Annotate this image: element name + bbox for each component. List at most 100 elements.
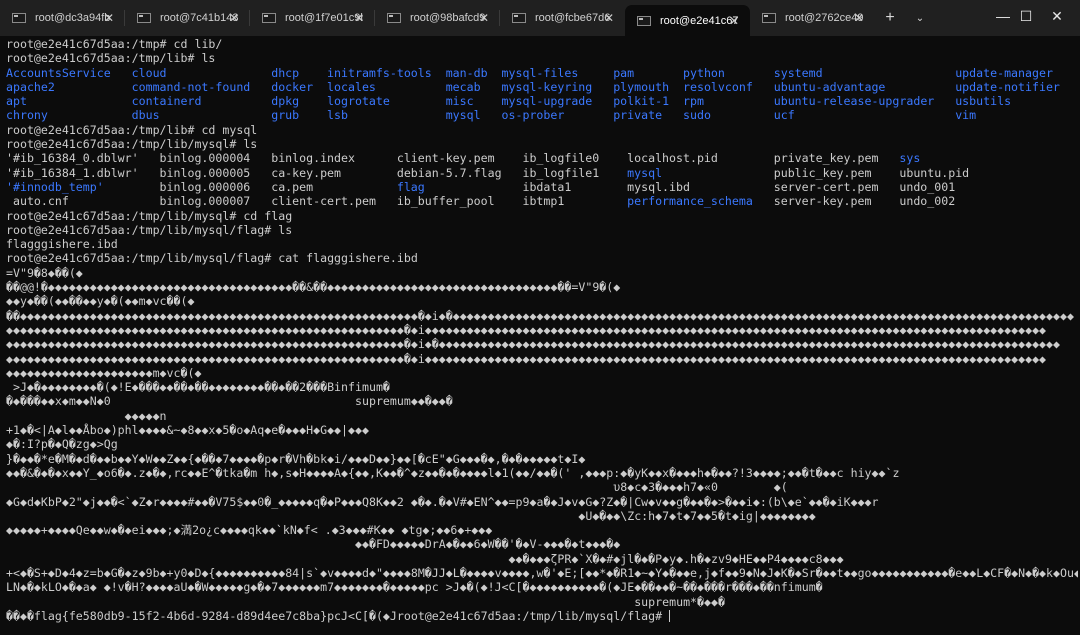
- terminal-icon: [387, 13, 401, 23]
- file-entry: '#ib_16384_1.dblwr': [6, 165, 139, 180]
- close-tab-icon[interactable]: ✕: [729, 14, 739, 28]
- directory-entry: performance_schema: [627, 194, 753, 209]
- file-entry: public_key.pem: [773, 165, 872, 180]
- tab-3[interactable]: root@1f7e01c9b ✕: [250, 0, 375, 36]
- directory-entry: ucf: [773, 108, 795, 123]
- tab-4[interactable]: root@98bafcd9 ✕: [375, 0, 500, 36]
- directory-entry: sudo: [683, 108, 711, 123]
- file-entry: '#ib_16384_0.dblwr': [6, 151, 139, 166]
- binary-file-output: =V"9�8◆��(◆ ��@@!�◆◆◆◆◆◆◆◆◆◆◆◆◆◆◆◆◆◆◆◆◆◆◆…: [6, 266, 1078, 609]
- tab-label: root@7c41b143: [160, 12, 238, 24]
- file-entry: ib_logfile1: [522, 165, 600, 180]
- file-entry: client-cert.pem: [271, 194, 376, 209]
- file-entry: ibtmp1: [522, 194, 565, 209]
- terminal-output[interactable]: root@e2e41c67d5aa:/tmp# cd lib/ root@e2e…: [6, 37, 1078, 633]
- listing-row: '#ib_16384_1.dblwr' binlog.000005 ca-key.p…: [6, 166, 1078, 180]
- directory-entry: misc: [445, 94, 474, 109]
- binary-output-line: ◆◆�FD◆◆◆◆◆DrA◆�◆◆6◆W��'�◆V-◆◆◆�◆t◆◆◆�◆: [6, 537, 621, 552]
- close-tab-icon[interactable]: ✕: [354, 11, 364, 25]
- directory-entry: os-prober: [501, 108, 565, 123]
- binary-output-line: ◆◆◆◆◆n: [6, 408, 167, 423]
- directory-entry: docker: [271, 79, 314, 94]
- file-entry: ca.pem: [271, 179, 314, 194]
- directory-entry: man-db: [445, 65, 488, 80]
- file-entry: undo_001: [899, 179, 956, 194]
- binary-output-line: ◆◆y◆��(◆◆��◆◆y◆�(◆◆m◆vc��(◆: [6, 294, 195, 309]
- tab-5[interactable]: root@fcbe67d6 ✕: [500, 0, 625, 36]
- directory-entry: mysql: [445, 108, 481, 123]
- listing-row: '#ib_16384_0.dblwr' binlog.000004 binlog.i…: [6, 151, 1078, 165]
- flag-directory-listing: flagggishere.ibd: [6, 237, 118, 252]
- terminal-icon: [262, 13, 276, 23]
- tab-7[interactable]: root@2762ce49 ✕: [750, 0, 875, 36]
- binary-output-line: υ8◆c◆3�◆◆◆h7◆«0 ◆(: [6, 480, 788, 495]
- directory-entry: resolvconf: [683, 79, 753, 94]
- directory-entry: initramfs-tools: [327, 65, 432, 80]
- directory-entry: apache2: [6, 79, 55, 94]
- binary-output-line: LN◆�◆kLO◆�◆a◆ ◆!v�H?◆◆◆◆aU◆�W◆◆◆◆◆g◆�◆7◆…: [6, 580, 823, 595]
- terminal-icon: [762, 13, 776, 23]
- file-entry: localhost.pid: [627, 151, 718, 166]
- directory-entry: mysql-keyring: [501, 79, 593, 94]
- directory-entry: dbus: [131, 108, 160, 123]
- binary-output-line: �◆���◆◆x◆m◆◆N◆0 supremum◆◆�◆◆�: [6, 394, 453, 409]
- file-entry: binlog.000006: [159, 179, 251, 194]
- terminal-icon: [512, 13, 526, 23]
- directory-entry: plymouth: [613, 79, 670, 94]
- command-line: root@e2e41c67d5aa:/tmp# cd lib/: [6, 37, 223, 51]
- directory-entry: containerd: [131, 94, 202, 109]
- tab-label: root@1f7e01c9b: [285, 12, 363, 24]
- terminal-icon: [137, 13, 151, 23]
- close-tab-icon[interactable]: ✕: [479, 11, 489, 25]
- directory-entry: rpm: [683, 94, 704, 109]
- listing-row: chrony dbus grub lsb mysql os-prober private su…: [6, 108, 1078, 122]
- directory-entry: mysql: [627, 165, 663, 180]
- chevron-down-icon[interactable]: ⌄: [905, 13, 935, 24]
- command-line: root@e2e41c67d5aa:/tmp/lib/mysql# ls: [6, 137, 258, 152]
- directory-entry: mysql-files: [501, 65, 579, 80]
- close-tab-icon[interactable]: ✕: [104, 11, 114, 25]
- binary-output-line: ◆◆◆◆◆+◆◆◆◆Qe◆◆w◆�◆ei◆◆◆;◆満2o¿c◆◆◆◆qk◆◆`k…: [6, 523, 493, 538]
- close-tab-icon[interactable]: ✕: [229, 11, 239, 25]
- close-tab-icon[interactable]: ✕: [604, 11, 614, 25]
- directory-entry: flag: [396, 179, 425, 194]
- tab-2[interactable]: root@7c41b143 ✕: [125, 0, 250, 36]
- directory-entry: ubuntu-advantage: [773, 79, 886, 94]
- directory-entry: mysql-upgrade: [501, 94, 593, 109]
- directory-entry: ubuntu-release-upgrader: [773, 94, 935, 109]
- directory-entry: locales: [327, 79, 376, 94]
- directory-entry: mecab: [445, 79, 481, 94]
- binary-output-line: ◆◆◆◆◆◆◆◆◆◆◆◆◆◆◆◆◆◆◆◆◆◆◆◆◆◆◆◆◆◆◆◆◆◆◆◆◆◆◆◆…: [6, 351, 1047, 366]
- directory-entry: dpkg: [271, 94, 300, 109]
- listing-row: auto.cnf binlog.000007 client-cert.pem ib_b…: [6, 194, 1078, 208]
- file-entry: mysql.ibd: [627, 179, 690, 194]
- command-line: root@e2e41c67d5aa:/tmp/lib/mysql# cd fla…: [6, 208, 293, 223]
- tab-1[interactable]: root@dc3a94fb ✕: [0, 0, 125, 36]
- binary-output-line: +<◆�S+◆D◆4◆z=b◆G�◆z◆9b◆+y0◆D◆{◆◆◆◆◆◆◆◆◆◆…: [6, 565, 1078, 580]
- tab-6-active[interactable]: root@e2e41c67 ✕: [625, 5, 750, 36]
- file-entry: ibdata1: [522, 179, 572, 194]
- directory-entry: AccountsService: [6, 65, 111, 80]
- binary-output-line: ��◆◆◆◆◆◆◆◆◆◆◆◆◆◆◆◆◆◆◆◆◆◆◆◆◆◆◆◆◆◆◆◆◆◆◆◆◆◆…: [6, 308, 1074, 323]
- directory-entry: dhcp: [271, 65, 300, 80]
- directory-entry: chrony: [6, 108, 48, 123]
- directory-entry: update-manager: [955, 65, 1053, 80]
- binary-output-line: ◆◆◆◆◆◆◆◆◆◆◆◆◆◆◆◆◆◆◆◆◆◆◆◆◆◆◆◆◆◆◆◆◆◆◆◆◆◆◆◆…: [6, 337, 1060, 352]
- directory-entry: private: [613, 108, 663, 123]
- directory-entry: sys: [899, 151, 921, 166]
- file-entry: debian-5.7.flag: [396, 165, 502, 180]
- tab-label: root@98bafcd9: [410, 12, 486, 24]
- binary-output-line: supremum*�◆◆�: [6, 594, 725, 609]
- new-tab-button[interactable]: +: [875, 9, 905, 27]
- listing-row: apt containerd dpkg logrotate misc mysql-upgr…: [6, 94, 1078, 108]
- file-entry: binlog.000007: [159, 194, 251, 209]
- tab-label: root@dc3a94fb: [35, 12, 111, 24]
- file-entry: ib_buffer_pool: [396, 194, 495, 209]
- binary-output-line: ��@@!�◆◆◆◆◆◆◆◆◆◆◆◆◆◆◆◆◆◆◆◆◆◆◆◆◆◆◆◆◆◆◆◆◆◆…: [6, 280, 621, 295]
- command-line: root@e2e41c67d5aa:/tmp/lib/mysql/flag# l…: [6, 222, 293, 237]
- binary-output-line: ◆◆◆◆◆◆◆◆◆◆◆◆◆◆◆◆◆◆◆◆◆◆◆◆◆◆◆◆◆◆◆◆◆◆◆◆◆◆◆◆…: [6, 322, 1047, 337]
- tab-label: root@e2e41c67: [660, 14, 738, 27]
- close-tab-icon[interactable]: ✕: [854, 11, 864, 25]
- close-window-button[interactable]: ✕: [1034, 0, 1080, 32]
- binary-output-line: +1◆�<|A◆l◆◆Åbo◆)phl◆◆◆◆&~◆8◆◆x◆5�o◆Aq◆e�…: [6, 423, 369, 438]
